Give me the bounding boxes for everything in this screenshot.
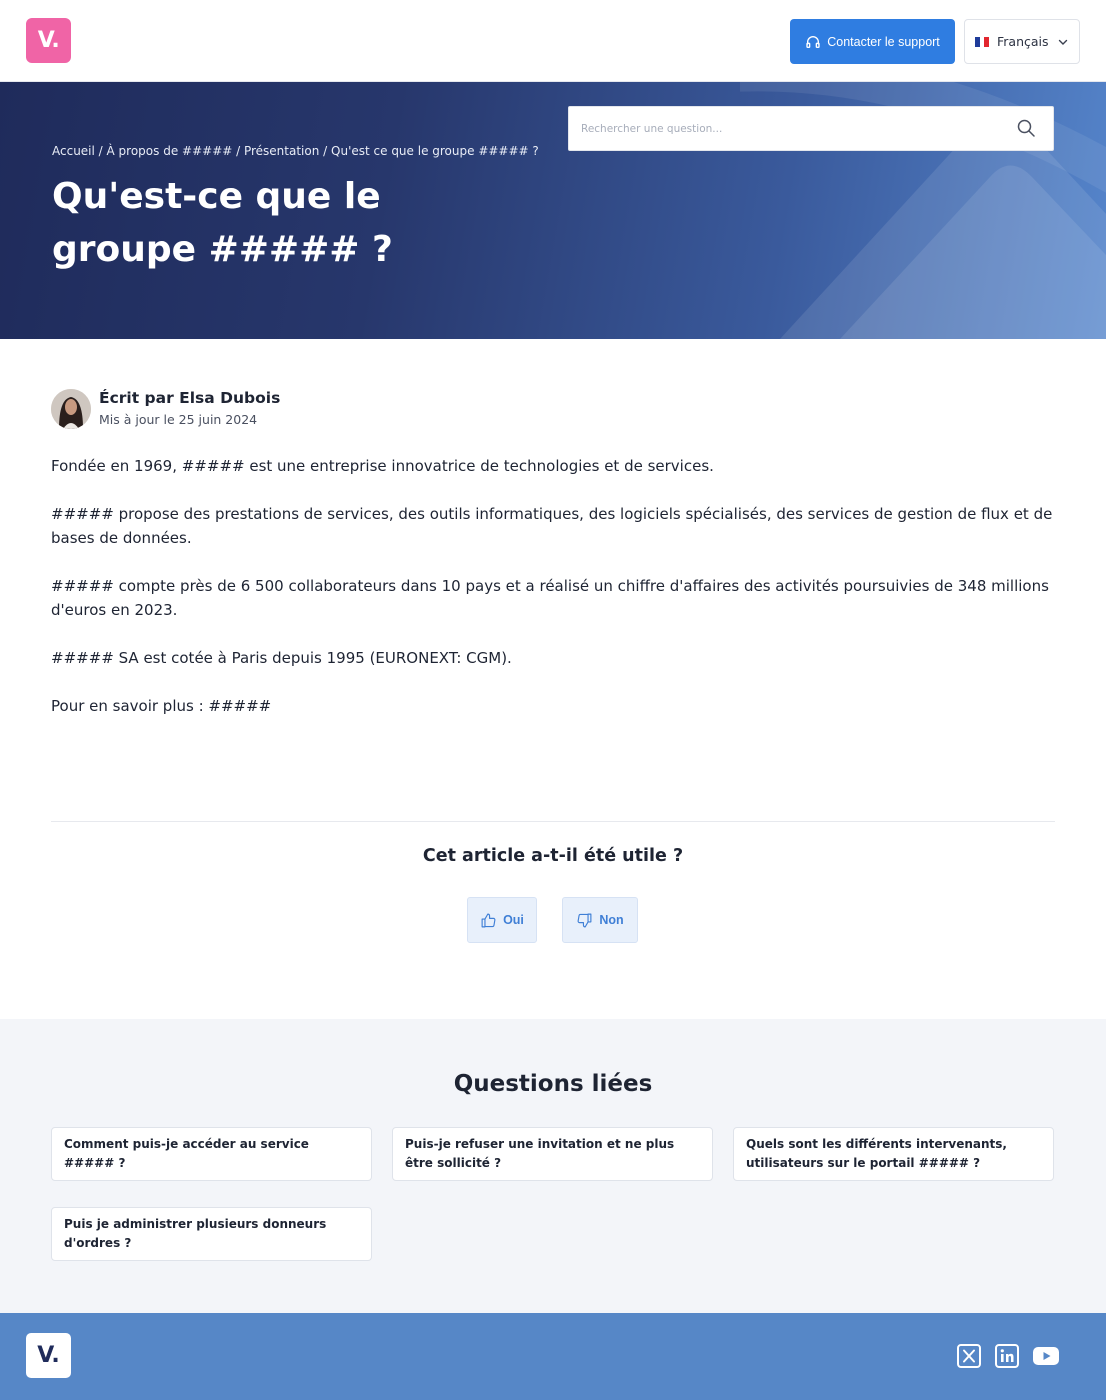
related-title: Questions liées [453, 1071, 653, 1097]
breadcrumb-current: Qu'est ce que le groupe ##### ? [331, 144, 539, 158]
article-paragraph: Fondée en 1969, ##### est une entreprise… [51, 457, 714, 475]
breadcrumb-about[interactable]: À propos de ##### [107, 144, 233, 158]
thumbs-down-icon [577, 913, 592, 927]
related-question-text: Comment puis-je accéder au service #####… [64, 1137, 309, 1170]
search-icon[interactable] [1016, 118, 1036, 138]
author-name: Écrit par Elsa Dubois [99, 389, 281, 407]
breadcrumb: Accueil / À propos de ##### / Présentati… [52, 144, 539, 158]
author-avatar [51, 389, 91, 429]
feedback-no-label: Non [599, 913, 624, 927]
footer-logo[interactable]: V. [26, 1333, 71, 1378]
article-paragraph: Pour en savoir plus : ##### [51, 697, 272, 715]
linkedin-icon[interactable] [995, 1344, 1019, 1368]
article-body: Fondée en 1969, ##### est une entreprise… [51, 454, 1057, 742]
contact-support-button[interactable]: Contacter le support [790, 19, 955, 64]
feedback-question: Cet article a-t-il été utile ? [422, 846, 684, 866]
related-question-card[interactable]: Puis-je refuser une invitation et ne plu… [392, 1127, 713, 1181]
footer: V. [0, 1313, 1106, 1400]
article-paragraph: ##### propose des prestations de service… [51, 505, 1053, 547]
article-paragraph: ##### compte près de 6 500 collaborateur… [51, 577, 1049, 619]
article-paragraph: ##### SA est cotée à Paris depuis 1995 (… [51, 649, 512, 667]
thumbs-up-icon [481, 913, 496, 927]
language-select[interactable]: Français [964, 19, 1080, 64]
x-icon[interactable] [957, 1344, 981, 1368]
headset-icon [806, 35, 820, 48]
related-questions: Questions liées Comment puis-je accéder … [0, 1019, 1106, 1313]
logo[interactable]: V. [26, 18, 71, 63]
feedback-yes-label: Oui [503, 913, 524, 927]
related-question-text: Puis-je refuser une invitation et ne plu… [405, 1137, 675, 1170]
search-input[interactable] [581, 107, 1001, 150]
related-question-card[interactable]: Comment puis-je accéder au service #####… [51, 1127, 372, 1181]
youtube-icon[interactable] [1032, 1344, 1060, 1368]
france-flag-icon [975, 36, 990, 47]
related-question-card[interactable]: Puis je administrer plusieurs donneurs d… [51, 1207, 372, 1261]
updated-date: Mis à jour le 25 juin 2024 [99, 412, 258, 427]
related-question-text: Quels sont les différents intervenants, … [746, 1137, 1007, 1170]
related-question-text: Puis je administrer plusieurs donneurs d… [64, 1217, 327, 1250]
breadcrumb-home[interactable]: Accueil [52, 144, 95, 158]
divider [51, 821, 1055, 822]
top-bar: V. Contacter le support Français [0, 0, 1106, 82]
feedback-no-button[interactable]: Non [562, 897, 638, 943]
contact-support-label: Contacter le support [827, 34, 940, 49]
feedback-yes-button[interactable]: Oui [467, 897, 537, 943]
related-question-card[interactable]: Quels sont les différents intervenants, … [733, 1127, 1054, 1181]
language-label: Français [997, 34, 1049, 49]
search-box [568, 106, 1054, 151]
page-title: Qu'est-ce que le groupe ##### ? [52, 176, 393, 270]
breadcrumb-presentation[interactable]: Présentation [244, 144, 319, 158]
chevron-down-icon [1058, 39, 1068, 45]
